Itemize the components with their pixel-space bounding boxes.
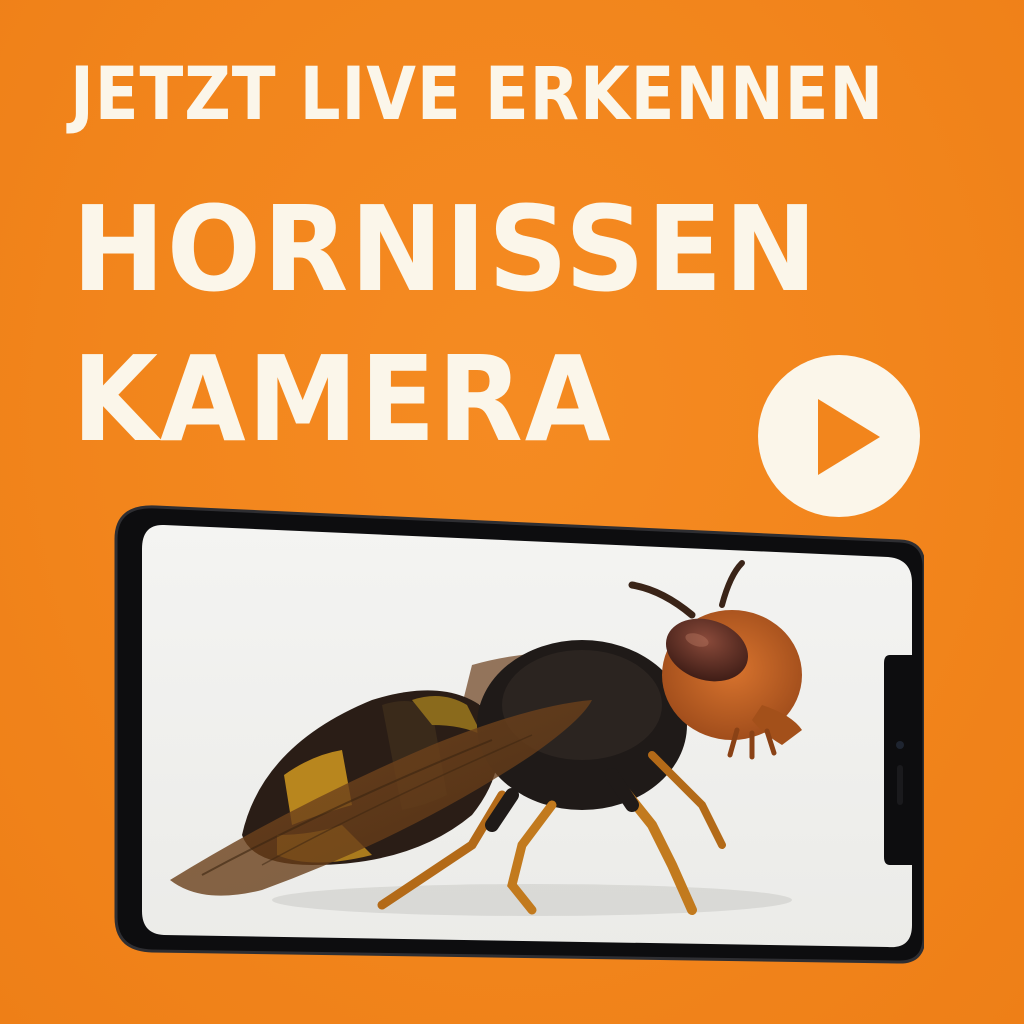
headline-title-line-1: HORNISSEN: [72, 180, 819, 318]
promo-banner: JETZT LIVE ERKENNEN HORNISSEN KAMERA: [0, 0, 1024, 1024]
headline-tagline: JETZT LIVE ERKENNEN: [70, 52, 885, 137]
phone-screen: [142, 524, 912, 948]
smartphone: [114, 505, 924, 964]
headline-title-line-2: KAMERA: [72, 330, 613, 468]
phone-notch: [884, 655, 912, 865]
play-icon: [818, 399, 880, 475]
play-button[interactable]: [758, 355, 920, 517]
